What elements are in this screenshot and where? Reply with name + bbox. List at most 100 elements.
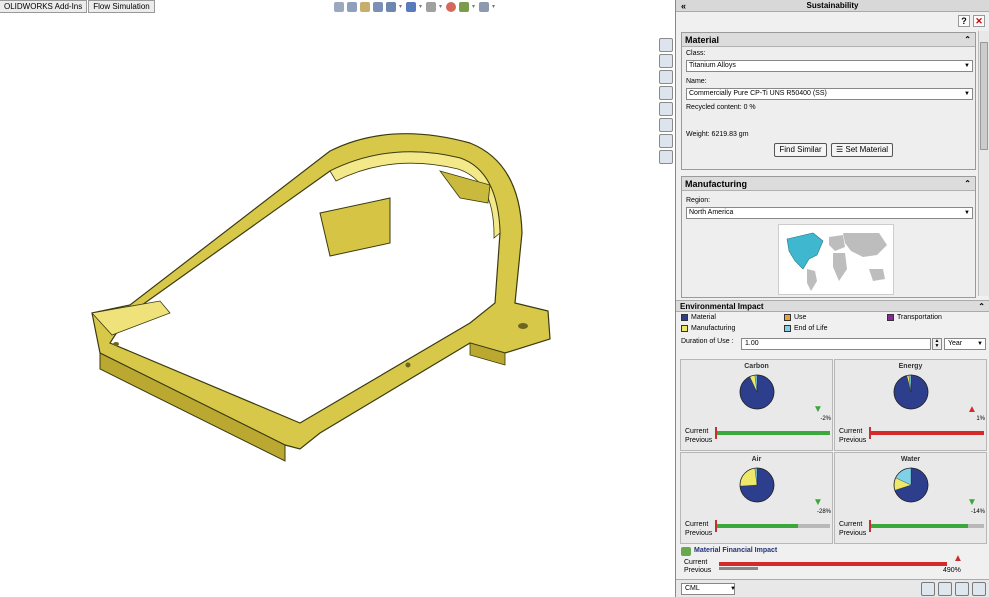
region-label: Region: bbox=[686, 197, 711, 204]
previous-label: Previous bbox=[839, 530, 867, 537]
class-label: Class: bbox=[686, 50, 706, 57]
pane-title: Sustainability bbox=[806, 1, 859, 10]
zoom-area-icon[interactable] bbox=[347, 2, 357, 12]
parts-icon[interactable] bbox=[659, 54, 673, 68]
impact-pie-chart bbox=[893, 374, 929, 410]
name-select[interactable]: Commercially Pure CP-Ti UNS R50400 (SS) ▼ bbox=[686, 88, 973, 100]
collapse-icon[interactable]: ⌃ bbox=[964, 177, 971, 191]
tab-flow-simulation[interactable]: Flow Simulation bbox=[88, 0, 155, 13]
scrollbar-thumb[interactable] bbox=[980, 42, 988, 150]
manufacturing-title: Manufacturing bbox=[685, 179, 747, 189]
manufacturing-header[interactable]: Manufacturing ⌃ bbox=[682, 177, 975, 191]
legend-swatch bbox=[681, 314, 688, 321]
display-style-icon[interactable] bbox=[406, 2, 416, 12]
find-similar-button[interactable]: Find Similar bbox=[774, 143, 827, 157]
manufacturing-section: Manufacturing ⌃ Region: North America ▼ bbox=[681, 176, 976, 298]
current-bar bbox=[870, 431, 984, 435]
set-material-button[interactable]: ☰ Set Material bbox=[831, 143, 893, 157]
duration-input[interactable]: 1.00 bbox=[741, 338, 931, 350]
material-title: Material bbox=[685, 35, 720, 45]
pane-toolbar: ? ✕ bbox=[676, 12, 989, 30]
appearance-icon[interactable] bbox=[659, 102, 673, 116]
region-value: North America bbox=[689, 209, 734, 216]
tab-solidworks-addins[interactable]: OLIDWORKS Add-Ins bbox=[0, 0, 88, 13]
material-section: Material ⌃ Class: Titanium Alloys ▼ Name: … bbox=[681, 32, 976, 170]
card-title: Energy bbox=[898, 363, 923, 370]
pane-scrollbar[interactable] bbox=[978, 31, 989, 296]
change-percent: -28% bbox=[816, 509, 831, 515]
help-icon[interactable]: ? bbox=[958, 15, 970, 27]
dropdown-arrow-icon[interactable]: ▾ bbox=[439, 2, 443, 12]
view-settings-icon[interactable] bbox=[479, 2, 489, 12]
card-title: Water bbox=[900, 456, 921, 463]
change-percent: -2% bbox=[820, 416, 831, 422]
region-select[interactable]: North America ▼ bbox=[686, 207, 973, 219]
name-value: Commercially Pure CP-Ti UNS R50400 (SS) bbox=[689, 90, 827, 97]
chevron-down-icon: ▼ bbox=[977, 341, 983, 347]
current-label: Current bbox=[685, 521, 709, 528]
sustainability-icon[interactable] bbox=[659, 134, 673, 148]
dropdown-arrow-icon[interactable]: ▾ bbox=[492, 2, 496, 12]
current-label: Current bbox=[685, 428, 709, 435]
legend-use: Use bbox=[784, 314, 806, 321]
legend-label: Use bbox=[794, 314, 807, 321]
sustainability-pane: « Sustainability ? ✕ Material ⌃ Class: Ti… bbox=[675, 0, 989, 597]
view-orientation-icon[interactable] bbox=[386, 2, 396, 12]
custom-icon[interactable] bbox=[659, 118, 673, 132]
class-select[interactable]: Titanium Alloys ▼ bbox=[686, 60, 973, 72]
change-percent: 1% bbox=[976, 416, 985, 422]
save-icon[interactable] bbox=[955, 582, 969, 596]
duration-label: Duration of Use : bbox=[681, 338, 734, 345]
edit-icon[interactable] bbox=[659, 150, 673, 164]
legend-label: Manufacturing bbox=[691, 325, 736, 332]
hide-show-icon[interactable] bbox=[426, 2, 436, 12]
chevron-down-icon: ▼ bbox=[964, 210, 970, 216]
dropdown-arrow-icon[interactable]: ▾ bbox=[472, 2, 476, 12]
world-region-map[interactable] bbox=[778, 224, 894, 295]
graphics-area[interactable] bbox=[0, 13, 656, 597]
previous-label: Previous bbox=[685, 530, 713, 537]
help-web-icon[interactable] bbox=[972, 582, 986, 596]
dropdown-arrow-icon[interactable]: ▾ bbox=[419, 2, 423, 12]
collapse-icon[interactable]: ⌃ bbox=[964, 33, 971, 47]
chevron-down-icon: ▼ bbox=[964, 91, 970, 97]
duration-unit-select[interactable]: Year ▼ bbox=[944, 338, 986, 350]
heads-up-view-toolbar: ▾ ▾ ▾ ▾ ▾ bbox=[334, 2, 496, 12]
dropdown-arrow-icon[interactable]: ▾ bbox=[399, 2, 403, 12]
impact-card-carbon[interactable]: Carbon ▼ -2% Current Previous bbox=[680, 359, 833, 451]
collapse-pane-icon[interactable]: « bbox=[681, 0, 686, 12]
section-view-icon[interactable] bbox=[373, 2, 383, 12]
recycled-content: Recycled content: 0 % bbox=[686, 104, 756, 111]
financial-change: 490% bbox=[943, 567, 961, 574]
trend-down-icon: ▼ bbox=[813, 497, 823, 508]
environmental-impact-header[interactable]: Environmental Impact ⌃ bbox=[676, 300, 989, 312]
folder-icon[interactable] bbox=[659, 70, 673, 84]
scene-icon[interactable] bbox=[459, 2, 469, 12]
legend-end-of-life: End of Life bbox=[784, 325, 827, 332]
report-format-value: CML bbox=[685, 585, 700, 592]
impact-card-water[interactable]: Water ▼ -14% Current Previous bbox=[834, 452, 987, 544]
zoom-fit-icon[interactable] bbox=[334, 2, 344, 12]
properties-icon[interactable] bbox=[659, 86, 673, 100]
previous-label: Previous bbox=[685, 437, 713, 444]
current-bar bbox=[870, 524, 969, 528]
impact-card-air[interactable]: Air ▼ -28% Current Previous bbox=[680, 452, 833, 544]
previous-view-icon[interactable] bbox=[360, 2, 370, 12]
money-icon bbox=[681, 547, 691, 556]
report-format-select[interactable]: CML ▼ bbox=[681, 583, 736, 595]
edit-appearance-icon[interactable] bbox=[446, 2, 456, 12]
trend-up-icon: ▲ bbox=[953, 553, 963, 564]
legend-label: End of Life bbox=[794, 325, 828, 332]
home-icon[interactable] bbox=[659, 38, 673, 52]
chevron-down-icon: ▼ bbox=[964, 63, 970, 69]
task-pane-tabs bbox=[657, 38, 675, 168]
send-icon[interactable] bbox=[938, 582, 952, 596]
material-header[interactable]: Material ⌃ bbox=[682, 33, 975, 47]
close-icon[interactable]: ✕ bbox=[973, 15, 985, 27]
report-icon[interactable] bbox=[921, 582, 935, 596]
impact-card-energy[interactable]: Energy ▲ 1% Current Previous bbox=[834, 359, 987, 451]
collapse-icon[interactable]: ⌃ bbox=[978, 301, 985, 312]
card-title: Air bbox=[751, 456, 762, 463]
chevron-down-icon: ▼ bbox=[730, 586, 736, 592]
duration-stepper[interactable]: ▲ ▼ bbox=[932, 338, 942, 350]
